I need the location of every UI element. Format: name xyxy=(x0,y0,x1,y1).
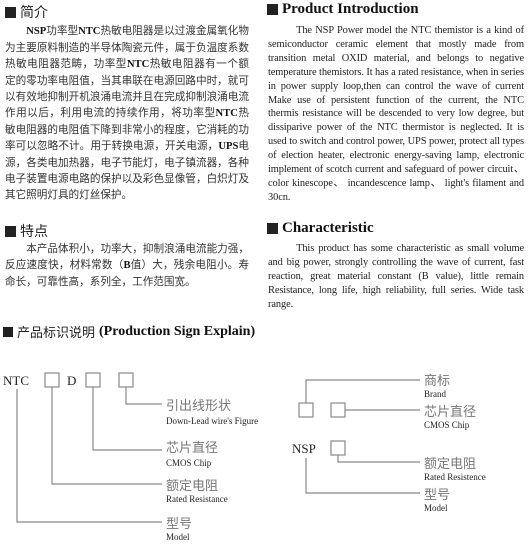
nsp-code-box-resistance xyxy=(330,440,346,456)
features-en-heading-text: Characteristic xyxy=(282,220,374,236)
intro-cn-heading-text: 简介 xyxy=(20,5,48,21)
ntc-label-en: Rated Resistance xyxy=(166,494,228,504)
nsp-leader-resistance xyxy=(337,455,420,463)
sign-explain-heading: 产品标识说明 (Production Sign Explain) xyxy=(3,322,255,341)
features-en-paragraph: This product has some characteristic as … xyxy=(268,243,524,310)
sign-explain-heading-cn: 产品标识说明 xyxy=(17,326,96,341)
ntc-leader-resistance xyxy=(51,387,162,485)
ntc-label-cn: 芯片直径 xyxy=(166,441,218,456)
bold-term: NTC xyxy=(215,108,238,119)
bold-term: NTC xyxy=(78,26,101,37)
bold-term: NSP xyxy=(26,26,47,37)
nsp-code-box-brand xyxy=(298,402,314,418)
intro-cn-heading: 简介 xyxy=(5,2,48,22)
features-cn-heading-text: 特点 xyxy=(20,224,48,240)
bold-term: B xyxy=(123,260,131,271)
nsp-code-box-chip xyxy=(330,402,346,418)
ntc-label-cn: 引出线形状 xyxy=(166,399,231,414)
ntc-middle-letter: D xyxy=(67,373,76,388)
square-bullet-icon xyxy=(267,4,278,15)
ntc-code-box-1 xyxy=(44,372,60,388)
bold-term: NTC xyxy=(126,59,150,70)
ntc-leader-chip xyxy=(92,387,162,451)
nsp-leader-model xyxy=(305,458,420,494)
nsp-label-cn: 型号 xyxy=(424,488,450,503)
ntc-label-en: Model xyxy=(166,532,190,542)
ntc-label-en: CMOS Chip xyxy=(166,458,212,468)
ntc-diagram xyxy=(16,372,162,523)
sign-explain-heading-en: (Production Sign Explain) xyxy=(99,323,256,339)
features-cn-paragraph: 本产品体积小，功率大，抑制浪涌电流能力强，反应速度快，材料常数（B值）大，残余电… xyxy=(5,241,249,290)
ntc-leader-lead-figure xyxy=(125,387,162,405)
square-bullet-icon xyxy=(267,223,278,234)
nsp-label-cn: 芯片直径 xyxy=(424,405,476,420)
bold-term: UPS xyxy=(218,141,239,152)
square-bullet-icon xyxy=(3,326,13,337)
ntc-prefix: NTC xyxy=(3,373,29,388)
nsp-label-en: Model xyxy=(424,503,448,513)
square-bullet-icon xyxy=(5,225,16,237)
ntc-leader-model xyxy=(16,389,162,523)
nsp-label-cn: 商标 xyxy=(424,374,450,389)
text-run: 功率型 xyxy=(46,25,79,37)
intro-cn-paragraph: NSP功率型NTC热敏电阻器是以过渡金属氧化物为主要原料制造的半导体陶瓷元件，属… xyxy=(5,23,249,203)
nsp-label-en: CMOS Chip xyxy=(424,420,470,430)
intro-en-paragraph: The NSP Power model the NTC themistor is… xyxy=(268,25,524,203)
nsp-label-cn: 额定电阻 xyxy=(424,457,476,472)
ntc-code-box-2 xyxy=(85,372,101,388)
features-en-heading: Characteristic xyxy=(267,220,374,237)
nsp-diagram xyxy=(298,379,420,494)
sign-explain-diagrams: NTC D 引出线形状 Down-Lead wire's Figure 芯片直径… xyxy=(3,372,486,542)
nsp-label-en: Rated Resistence xyxy=(424,472,486,482)
ntc-code-box-3 xyxy=(118,372,134,388)
features-cn-heading: 特点 xyxy=(5,221,48,241)
ntc-label-cn: 额定电阻 xyxy=(166,479,218,494)
square-bullet-icon xyxy=(5,6,16,18)
ntc-label-cn: 型号 xyxy=(166,517,192,532)
ntc-label-en: Down-Lead wire's Figure xyxy=(166,416,258,426)
nsp-leader-brand xyxy=(305,379,420,403)
nsp-prefix: NSP xyxy=(292,441,316,456)
intro-en-heading: Product Introduction xyxy=(267,1,419,18)
nsp-label-en: Brand xyxy=(424,389,446,399)
intro-en-heading-text: Product Introduction xyxy=(282,1,419,17)
